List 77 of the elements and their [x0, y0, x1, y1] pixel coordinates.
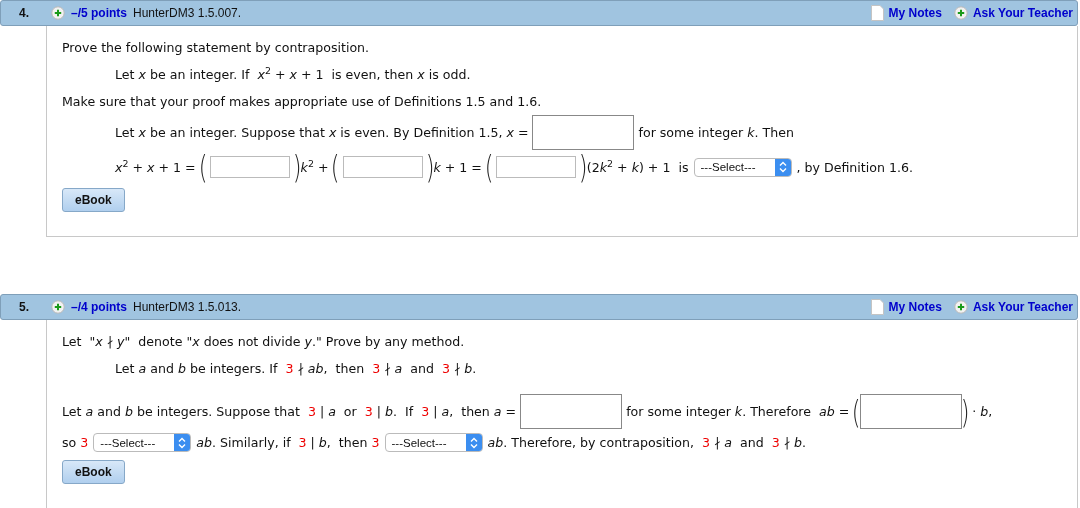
number-text: 3	[364, 404, 373, 419]
plus-icon	[953, 6, 968, 20]
number-text: 3	[441, 361, 450, 376]
plus-icon	[51, 6, 65, 20]
math-text: | a or	[318, 404, 358, 419]
number-text: 3	[307, 404, 316, 419]
math-text: Let x be an integer. If x$^{2}$ + x + 1 is even, then x is odd.	[115, 67, 471, 82]
number-text: 3	[421, 404, 430, 419]
number-text: 3	[701, 435, 710, 450]
question-number: 4.	[18, 6, 30, 20]
answer-field[interactable]	[520, 394, 623, 429]
math-text: Make sure that your proof makes appropriate use of Definitions 1.5 and 1.6.	[62, 94, 542, 109]
math-text: so	[62, 435, 78, 450]
plus-icon	[953, 300, 968, 314]
chevron-icon	[778, 161, 787, 173]
math-text: ∤ a and	[712, 435, 765, 450]
note-icon	[870, 299, 884, 315]
note-icon	[870, 5, 884, 21]
math-text: Let x be an integer. Suppose that x is even. By Definition 1.5, x =	[115, 125, 530, 140]
number-text: 3	[372, 361, 381, 376]
math-text: · b,	[971, 404, 993, 419]
math-text: | b. If	[375, 404, 415, 419]
math-text: x$^{2}$ + x + 1 =	[115, 159, 197, 175]
math-text: for some integer k. Therefore ab =	[625, 404, 851, 419]
parenthesis: (	[852, 394, 861, 429]
math-text: k$^{2}$ + k) + 1 is	[599, 159, 689, 175]
chevron-icon	[178, 436, 187, 449]
math-text: Let a and b be integers. Suppose that	[62, 404, 301, 419]
points-link[interactable]: –/4 points	[71, 300, 127, 314]
math-text: k + 1 =	[433, 159, 483, 175]
number-text: 3	[771, 435, 780, 450]
select-dropdown[interactable]: ---Select---	[384, 433, 483, 452]
answer-field[interactable]	[532, 115, 635, 150]
number-text: 3	[285, 361, 294, 376]
math-text: | a, then a =	[432, 404, 518, 419]
math-text: Prove the following statement by contraposition.	[62, 40, 370, 55]
math-text: ∤ b.	[782, 435, 807, 450]
math-text: , by Definition 1.6.	[796, 159, 913, 175]
parenthesis: (	[331, 150, 341, 184]
math-text: ab. Therefore, by contraposition,	[487, 435, 695, 450]
problem-code: HunterDM3 1.5.007.	[133, 6, 242, 20]
ask-teacher-link[interactable]: Ask Your Teacher	[972, 300, 1073, 314]
math-text: k$^{2}$ +	[300, 159, 330, 175]
math-text: ∤ b.	[452, 361, 477, 376]
my-notes-link[interactable]: My Notes	[888, 300, 942, 314]
parenthesis: )	[960, 394, 970, 429]
plus-icon	[51, 300, 65, 314]
math-text: Let "x ∤ y" denote "x does not divide y." Prove by any method.	[62, 334, 465, 349]
parenthesis: )	[579, 150, 588, 184]
parenthesis: (	[484, 150, 494, 184]
answer-field[interactable]	[496, 156, 577, 178]
math-text: Let a and b be integers. If	[115, 361, 279, 376]
math-text: ab. Similarly, if	[196, 435, 292, 450]
answer-field[interactable]	[342, 156, 423, 178]
answer-field[interactable]	[859, 394, 962, 429]
parenthesis: )	[425, 150, 435, 184]
points-link[interactable]: –/5 points	[71, 6, 127, 20]
math-text: ∤ ab, then	[296, 361, 366, 376]
answer-field[interactable]	[210, 156, 291, 178]
problem-code: HunterDM3 1.5.013.	[133, 300, 242, 314]
ebook-button[interactable]: eBook	[62, 188, 125, 212]
ebook-button[interactable]: eBook	[62, 460, 125, 484]
math-text: ∤ a and	[383, 361, 435, 376]
number-text: 3	[371, 435, 380, 450]
math-text: (2	[586, 159, 600, 175]
select-dropdown[interactable]: ---Select---	[93, 433, 192, 452]
ask-teacher-link[interactable]: Ask Your Teacher	[972, 6, 1073, 20]
math-text: | b, then	[309, 435, 369, 450]
math-text: for some integer k. Then	[637, 125, 794, 140]
parenthesis: (	[198, 150, 208, 184]
question-number: 5.	[18, 300, 30, 314]
my-notes-link[interactable]: My Notes	[888, 6, 942, 20]
number-text: 3	[298, 435, 307, 450]
number-text: 3	[80, 435, 89, 450]
chevron-icon	[469, 436, 478, 449]
select-dropdown[interactable]: ---Select---	[693, 157, 792, 177]
parenthesis: )	[293, 150, 302, 184]
